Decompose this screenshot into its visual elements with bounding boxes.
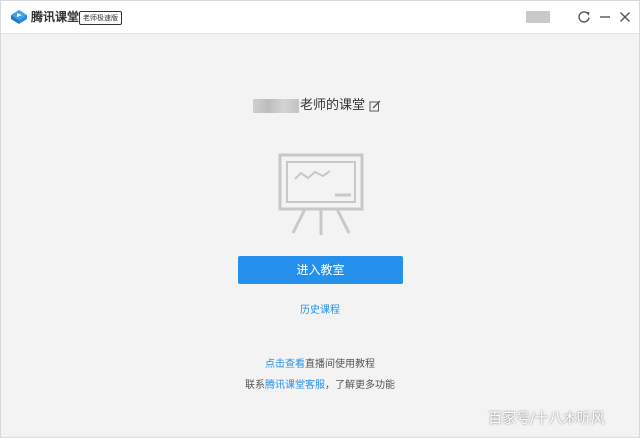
- classroom-title-text: 老师的课堂: [300, 98, 366, 113]
- minimize-icon[interactable]: [598, 10, 612, 24]
- support-line: 联系腾讯课堂客服，了解更多功能: [1, 376, 639, 391]
- refresh-icon[interactable]: [577, 10, 591, 24]
- edition-badge: 老师极速版: [79, 11, 122, 25]
- logo-icon: [11, 10, 27, 24]
- edit-icon[interactable]: [369, 100, 381, 112]
- history-courses-label[interactable]: 历史课程: [300, 305, 340, 316]
- tutorial-text: 直播间使用教程: [305, 359, 375, 370]
- enter-classroom-button[interactable]: 进入教室: [238, 256, 403, 284]
- history-courses-link: 历史课程: [1, 301, 639, 316]
- app-window: 腾讯课堂 老师极速版 老师的课堂 进入教室 历史课程 点击查看直播间使用教程 联…: [0, 0, 640, 438]
- title-bar[interactable]: 腾讯课堂 老师极速版: [1, 1, 639, 34]
- support-prefix: 联系: [245, 380, 265, 391]
- blackboard-icon: [278, 153, 364, 235]
- app-name: 腾讯课堂: [31, 10, 80, 24]
- classroom-title: 老师的课堂: [253, 96, 381, 116]
- tutorial-link[interactable]: 点击查看: [265, 359, 305, 370]
- tutorial-line: 点击查看直播间使用教程: [1, 355, 639, 370]
- teacher-name-mask: [253, 99, 299, 113]
- support-link[interactable]: 腾讯课堂客服: [265, 380, 325, 391]
- close-icon[interactable]: [618, 10, 632, 24]
- support-suffix: ，了解更多功能: [325, 380, 395, 391]
- user-avatar[interactable]: [526, 11, 550, 23]
- watermark: 百家号/十八木听风: [488, 411, 605, 427]
